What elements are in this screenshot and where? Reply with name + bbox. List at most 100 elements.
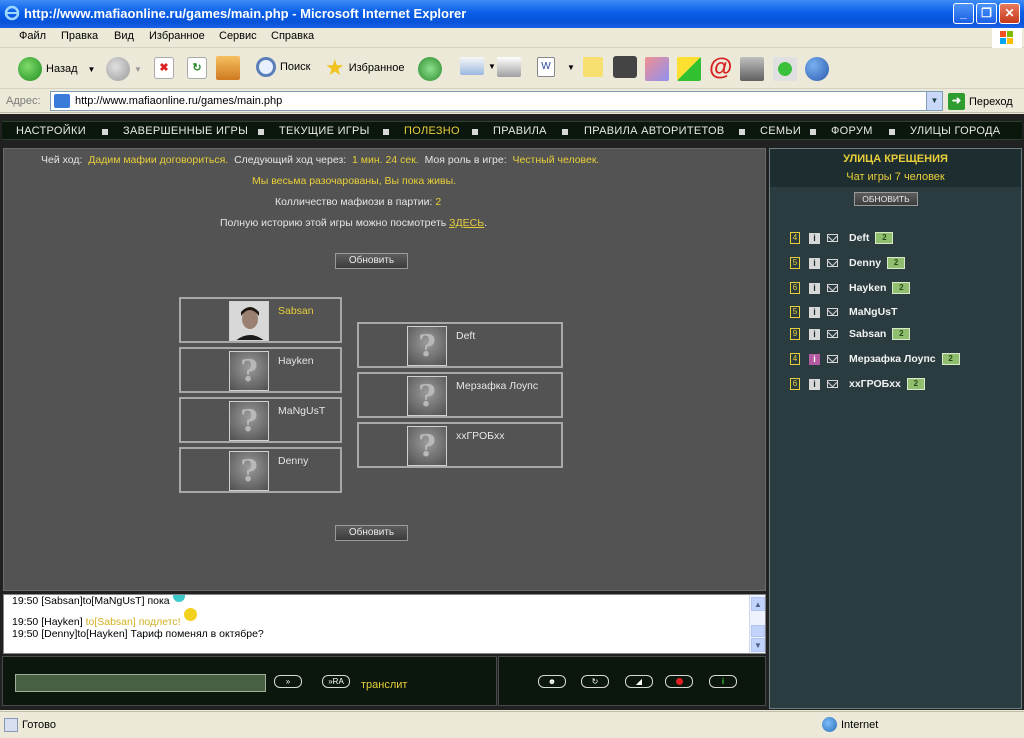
edit-button[interactable]: W ▼ — [537, 57, 575, 77]
search-button[interactable]: Поиск — [256, 57, 310, 77]
level-badge: 6 — [790, 282, 800, 294]
nav-forum[interactable]: ФОРУМ — [831, 125, 873, 137]
nav-useful[interactable]: ПОЛЕЗНО — [404, 125, 460, 137]
close-button[interactable]: ✕ — [999, 3, 1020, 24]
user-name[interactable]: Мерзафка Лоупс — [849, 353, 936, 365]
menu-tools[interactable]: Сервис — [219, 30, 257, 42]
user-name[interactable]: Denny — [849, 257, 881, 269]
menu-help[interactable]: Справка — [271, 30, 314, 42]
shapes-button[interactable] — [677, 57, 701, 81]
menu-favorites[interactable]: Избранное — [149, 30, 205, 42]
nav-finished-games[interactable]: ЗАВЕРШЕННЫЕ ИГРЫ — [123, 125, 248, 137]
minimize-button[interactable]: _ — [953, 3, 974, 24]
contacts-button[interactable] — [805, 57, 829, 81]
user-row[interactable]: 4 i Мерзафка Лоупс 2 — [790, 352, 960, 366]
chat-message: 19:50 [Denny]to[Hayken] Тариф поменял в … — [12, 628, 264, 640]
address-input[interactable]: http://www.mafiaonline.ru/games/main.php… — [50, 91, 943, 111]
go-button[interactable]: ➜ Переход — [948, 93, 1013, 110]
history-link[interactable]: ЗДЕСЬ — [449, 217, 484, 229]
user-row[interactable]: 9 i Sabsan 2 — [790, 327, 911, 341]
envelope-icon[interactable] — [827, 259, 838, 267]
envelope-icon[interactable] — [827, 355, 838, 363]
user-name[interactable]: Deft — [849, 232, 869, 244]
nav-current-games[interactable]: ТЕКУЩИЕ ИГРЫ — [279, 125, 370, 137]
info-icon[interactable]: i — [809, 328, 820, 340]
chat-input[interactable] — [15, 674, 266, 692]
nav-families[interactable]: СЕМЬИ — [760, 125, 801, 137]
email-button[interactable]: @ — [709, 55, 732, 81]
info-icon[interactable]: i — [809, 282, 820, 294]
address-dropdown-button[interactable]: ▼ — [926, 92, 942, 110]
record-button[interactable] — [665, 675, 693, 688]
nav-authority-rules[interactable]: ПРАВИЛА АВТОРИТЕТОВ — [584, 125, 725, 137]
user-name[interactable]: xxГРОБxx — [849, 378, 901, 390]
smileys-button[interactable]: ☻ — [538, 675, 566, 688]
money-icon: 2 — [892, 282, 911, 294]
scroll-up-icon[interactable]: ▲ — [751, 597, 765, 611]
player-card-deft[interactable]: ? Deft — [357, 322, 563, 368]
history-button[interactable] — [418, 57, 442, 81]
player-card-hayken[interactable]: ? Hayken — [179, 347, 342, 393]
chat-scrollbar[interactable]: ▲ ▼ — [749, 595, 765, 653]
forward-button[interactable]: ▼ — [106, 57, 142, 81]
user-name[interactable]: Sabsan — [849, 328, 886, 340]
player-card-mangust[interactable]: ? MaNgUsT — [179, 397, 342, 443]
user-row[interactable]: 6 i xxГРОБxx 2 — [790, 377, 925, 391]
info-icon[interactable]: i — [809, 257, 820, 269]
envelope-icon[interactable] — [827, 330, 838, 338]
translit-label[interactable]: транслит — [361, 679, 407, 691]
discuss-button[interactable] — [583, 57, 603, 77]
stop-button[interactable]: ✖ — [154, 57, 174, 79]
user-row[interactable]: 5 i MaNgUsT — [790, 305, 897, 319]
refresh-top-button[interactable]: Обновить — [335, 253, 408, 269]
tools-button[interactable] — [740, 57, 764, 81]
sound-button[interactable]: ◢ — [625, 675, 653, 688]
info-icon[interactable]: i — [809, 232, 820, 244]
scroll-thumb[interactable] — [751, 625, 765, 637]
print-button[interactable] — [497, 57, 521, 77]
refresh-button[interactable]: ↻ — [187, 57, 207, 79]
menu-edit[interactable]: Правка — [61, 30, 98, 42]
user-name[interactable]: MaNgUsT — [849, 306, 897, 318]
icq-button[interactable] — [773, 57, 797, 81]
send-button[interactable]: » — [274, 675, 302, 688]
info-button[interactable]: i — [709, 675, 737, 688]
envelope-icon[interactable] — [827, 308, 838, 316]
refresh-bottom-button[interactable]: Обновить — [335, 525, 408, 541]
home-button[interactable] — [216, 56, 240, 80]
player-card-merzafka[interactable]: ? Мерзафка Лоупс — [357, 372, 563, 418]
nav-rules[interactable]: ПРАВИЛА — [493, 125, 547, 137]
scroll-down-icon[interactable]: ▼ — [751, 638, 765, 652]
nav-city-streets[interactable]: УЛИЦЫ ГОРОДА — [910, 125, 1000, 137]
send-translit-button[interactable]: »RA — [322, 675, 350, 688]
envelope-icon[interactable] — [827, 284, 838, 292]
player-card-sabsan[interactable]: Sabsan — [179, 297, 342, 343]
user-row[interactable]: 6 i Hayken 2 — [790, 281, 911, 295]
nav-settings[interactable]: НАСТРОЙКИ — [16, 125, 86, 137]
user-name[interactable]: Hayken — [849, 282, 886, 294]
info-icon[interactable]: i — [809, 378, 820, 390]
envelope-icon[interactable] — [827, 234, 838, 242]
menu-file[interactable]: Файл — [19, 30, 46, 42]
smiley-icon: ☻ — [547, 677, 557, 686]
back-button[interactable]: Назад ▼ — [18, 57, 95, 81]
user-row[interactable]: 4 i Deft 2 — [790, 231, 894, 245]
player-card-grob[interactable]: ? xxГРОБxx — [357, 422, 563, 468]
favorites-button[interactable]: ★ Избранное — [325, 57, 404, 79]
sidebar-refresh-button[interactable]: ОБНОВИТЬ — [854, 192, 918, 206]
role-label: Моя роль в игре: — [424, 154, 507, 166]
reload-chat-button[interactable]: ↻ — [581, 675, 609, 688]
tv-button[interactable] — [613, 56, 637, 78]
player-card-denny[interactable]: ? Denny — [179, 447, 342, 493]
messenger-button[interactable] — [645, 57, 669, 81]
chat-log[interactable]: 19:50 [Sabsan]to[MaNgUsT] пока 19:50 [Ha… — [3, 594, 766, 654]
envelope-icon[interactable] — [827, 380, 838, 388]
menu-view[interactable]: Вид — [114, 30, 134, 42]
user-row[interactable]: 5 i Denny 2 — [790, 256, 906, 270]
info-icon[interactable]: i — [809, 353, 820, 365]
info-icon[interactable]: i — [809, 306, 820, 318]
unknown-avatar-icon: ? — [407, 326, 447, 366]
maximize-button[interactable]: ❐ — [976, 3, 997, 24]
window-titlebar[interactable]: http://www.mafiaonline.ru/games/main.php… — [0, 0, 1024, 28]
mail-button[interactable]: ▼ — [460, 57, 496, 75]
